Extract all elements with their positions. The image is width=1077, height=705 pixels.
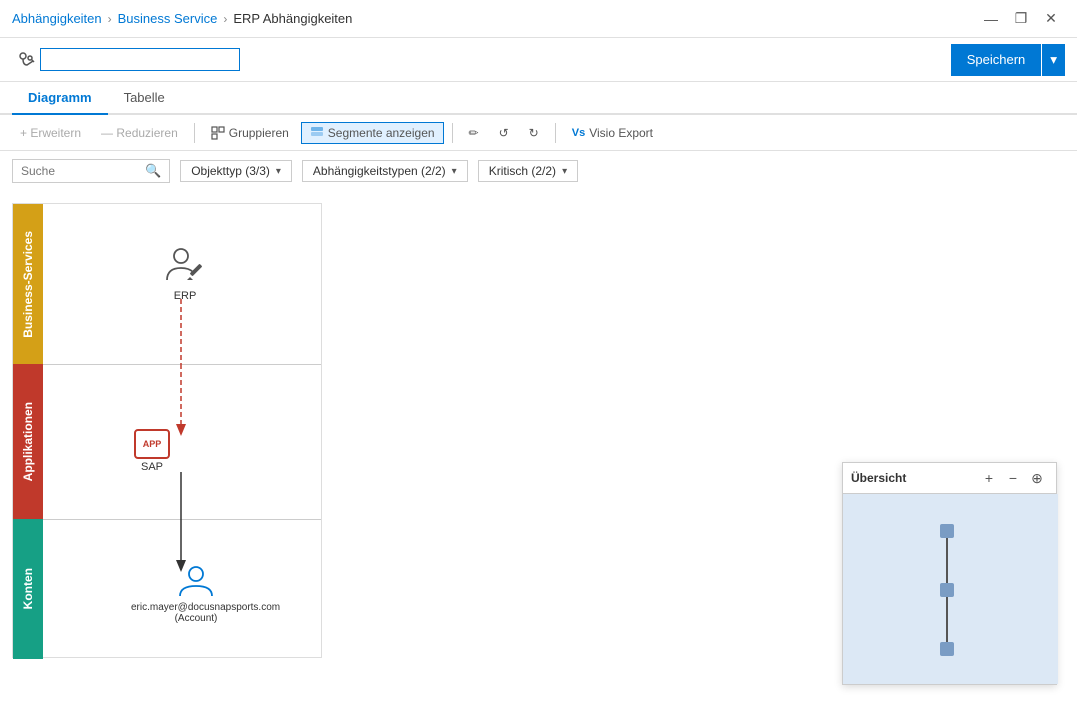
overview-canvas: [843, 494, 1058, 684]
erp-node[interactable]: ERP: [163, 244, 207, 302]
header-area: Speichern ▾: [0, 38, 1077, 82]
breadcrumb-sep-2: ›: [223, 12, 227, 26]
account-node[interactable]: eric.mayer@docusnapsports.com (Account): [131, 564, 261, 624]
save-dropdown-button[interactable]: ▾: [1041, 44, 1065, 76]
lane-sep-2: [43, 519, 321, 520]
chevron-down-icon-3: ▾: [562, 166, 567, 177]
lane-business: Business-Services: [13, 204, 43, 364]
minimize-button[interactable]: —: [977, 5, 1005, 33]
group-button[interactable]: Gruppieren: [203, 123, 297, 143]
objekttyp-label: Objekttyp (3/3): [191, 164, 270, 178]
save-button[interactable]: Speichern: [951, 44, 1042, 76]
group-label: Gruppieren: [229, 126, 289, 140]
account-label: eric.mayer@docusnapsports.com (Account): [131, 602, 261, 624]
tab-tabelle[interactable]: Tabelle: [108, 82, 181, 115]
lane-applikationen-label: Applikationen: [21, 402, 35, 481]
search-box[interactable]: 🔍: [12, 159, 170, 183]
overview-header: Übersicht + − ⊕: [843, 463, 1056, 494]
mini-node-2: [940, 583, 954, 597]
abhaengigkeitstypen-label: Abhängigkeitstypen (2/2): [313, 164, 446, 178]
title-input[interactable]: [40, 48, 240, 71]
overview-zoom-in-button[interactable]: +: [978, 467, 1000, 489]
toolbar: + Erweitern — Reduzieren Gruppieren Segm…: [0, 115, 1077, 151]
lane-business-label: Business-Services: [21, 231, 35, 338]
icon-tool-button[interactable]: [12, 46, 40, 74]
lane-konten-label: Konten: [21, 568, 35, 609]
sap-node[interactable]: APP SAP: [134, 429, 170, 473]
objekttyp-filter[interactable]: Objekttyp (3/3) ▾: [180, 160, 292, 182]
tab-diagramm[interactable]: Diagramm: [12, 82, 108, 115]
lane-konten: Konten: [13, 519, 43, 659]
reduce-button[interactable]: — Reduzieren: [93, 123, 186, 143]
chevron-down-icon-2: ▾: [452, 166, 457, 177]
mini-node-1: [940, 524, 954, 538]
expand-label: + Erweitern: [20, 126, 81, 140]
overview-fit-button[interactable]: ⊕: [1026, 467, 1048, 489]
close-button[interactable]: ✕: [1037, 5, 1065, 33]
toolbar-sep-3: [555, 123, 556, 143]
chevron-down-icon: ▾: [276, 166, 281, 177]
restore-button[interactable]: ❐: [1007, 5, 1035, 33]
breadcrumb-current: ERP Abhängigkeiten: [233, 11, 352, 26]
top-bar: Abhängigkeiten › Business Service › ERP …: [0, 0, 1077, 38]
lane-sep-1: [43, 364, 321, 365]
erp-label: ERP: [174, 290, 197, 302]
filter-bar: 🔍 Objekttyp (3/3) ▾ Abhängigkeitstypen (…: [0, 151, 1077, 191]
segments-label: Segmente anzeigen: [328, 126, 435, 140]
overview-zoom-out-button[interactable]: −: [1002, 467, 1024, 489]
undo-button[interactable]: ↺: [491, 123, 517, 143]
breadcrumb-link-abhangigkeiten[interactable]: Abhängigkeiten: [12, 11, 102, 26]
lane-applikationen: Applikationen: [13, 364, 43, 519]
expand-button[interactable]: + Erweitern: [12, 123, 89, 143]
save-dropdown-icon: ▾: [1050, 52, 1057, 68]
visio-icon: Vs: [572, 127, 585, 139]
search-icon: 🔍: [145, 163, 161, 179]
abhaengigkeitstypen-filter[interactable]: Abhängigkeitstypen (2/2) ▾: [302, 160, 468, 182]
edit-icon: ✏: [469, 126, 479, 140]
mini-line-1: [946, 538, 948, 583]
undo-icon: ↺: [499, 126, 509, 140]
account-icon: [178, 564, 214, 600]
breadcrumb: Abhängigkeiten › Business Service › ERP …: [12, 11, 977, 26]
sap-label: SAP: [141, 461, 163, 473]
window-controls: — ❐ ✕: [977, 5, 1065, 33]
tab-bar: Diagramm Tabelle: [0, 82, 1077, 115]
main-content: Business-Services Applikationen Konten: [0, 191, 1077, 700]
visio-export-button[interactable]: Vs Visio Export: [564, 123, 661, 143]
overview-panel: Übersicht + − ⊕: [842, 462, 1057, 685]
toolbar-sep-1: [194, 123, 195, 143]
edit-button[interactable]: ✏: [461, 123, 487, 143]
search-input[interactable]: [21, 164, 141, 178]
diagram-canvas[interactable]: Business-Services Applikationen Konten: [12, 203, 322, 658]
toolbar-sep-2: [452, 123, 453, 143]
redo-icon: ↻: [529, 126, 539, 140]
breadcrumb-sep-1: ›: [108, 12, 112, 26]
visio-export-label: Visio Export: [589, 126, 653, 140]
group-icon: [211, 126, 225, 140]
reduce-label: — Reduzieren: [101, 126, 178, 140]
redo-button[interactable]: ↻: [521, 123, 547, 143]
overview-controls: + − ⊕: [978, 467, 1048, 489]
erp-icon: [163, 244, 207, 288]
segments-button[interactable]: Segmente anzeigen: [301, 122, 444, 144]
segments-icon: [310, 126, 324, 140]
kritisch-filter[interactable]: Kritisch (2/2) ▾: [478, 160, 578, 182]
sap-app-box: APP: [134, 429, 170, 459]
kritisch-label: Kritisch (2/2): [489, 164, 556, 178]
overview-title: Übersicht: [851, 471, 974, 485]
breadcrumb-link-business-service[interactable]: Business Service: [118, 11, 218, 26]
mini-node-3: [940, 642, 954, 656]
mini-line-2: [946, 597, 948, 642]
tool-icon: [17, 51, 35, 69]
